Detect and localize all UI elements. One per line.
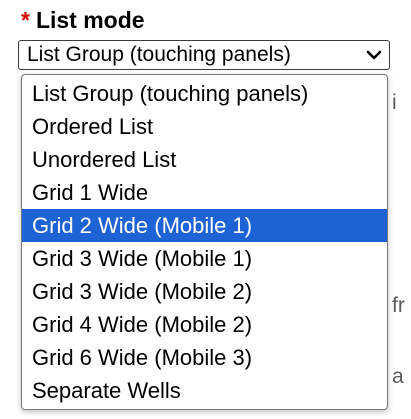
list-mode-label-text: List mode — [35, 7, 145, 33]
background-text-fragment: a — [392, 365, 404, 388]
option-list-group[interactable]: List Group (touching panels) — [22, 77, 387, 110]
option-unordered-list[interactable]: Unordered List — [22, 143, 387, 176]
list-mode-dropdown[interactable]: List Group (touching panels) Ordered Lis… — [21, 74, 388, 410]
option-grid-1-wide[interactable]: Grid 1 Wide — [22, 176, 387, 209]
list-mode-label: * List mode — [21, 6, 145, 34]
option-grid-2-wide-mobile-1[interactable]: Grid 2 Wide (Mobile 1) — [22, 209, 387, 242]
required-marker: * — [21, 7, 30, 33]
option-ordered-list[interactable]: Ordered List — [22, 110, 387, 143]
list-mode-select[interactable]: List Group (touching panels) — [18, 40, 390, 70]
option-grid-3-wide-mobile-1[interactable]: Grid 3 Wide (Mobile 1) — [22, 242, 387, 275]
background-text-fragment: fr — [392, 294, 405, 317]
option-grid-4-wide-mobile-2[interactable]: Grid 4 Wide (Mobile 2) — [22, 308, 387, 341]
list-mode-select-value: List Group (touching panels) — [27, 43, 291, 66]
option-separate-wells[interactable]: Separate Wells — [22, 374, 387, 407]
option-grid-6-wide-mobile-3[interactable]: Grid 6 Wide (Mobile 3) — [22, 341, 387, 374]
background-text-fragment: i — [392, 91, 397, 114]
chevron-down-icon — [366, 50, 382, 60]
option-grid-3-wide-mobile-2[interactable]: Grid 3 Wide (Mobile 2) — [22, 275, 387, 308]
